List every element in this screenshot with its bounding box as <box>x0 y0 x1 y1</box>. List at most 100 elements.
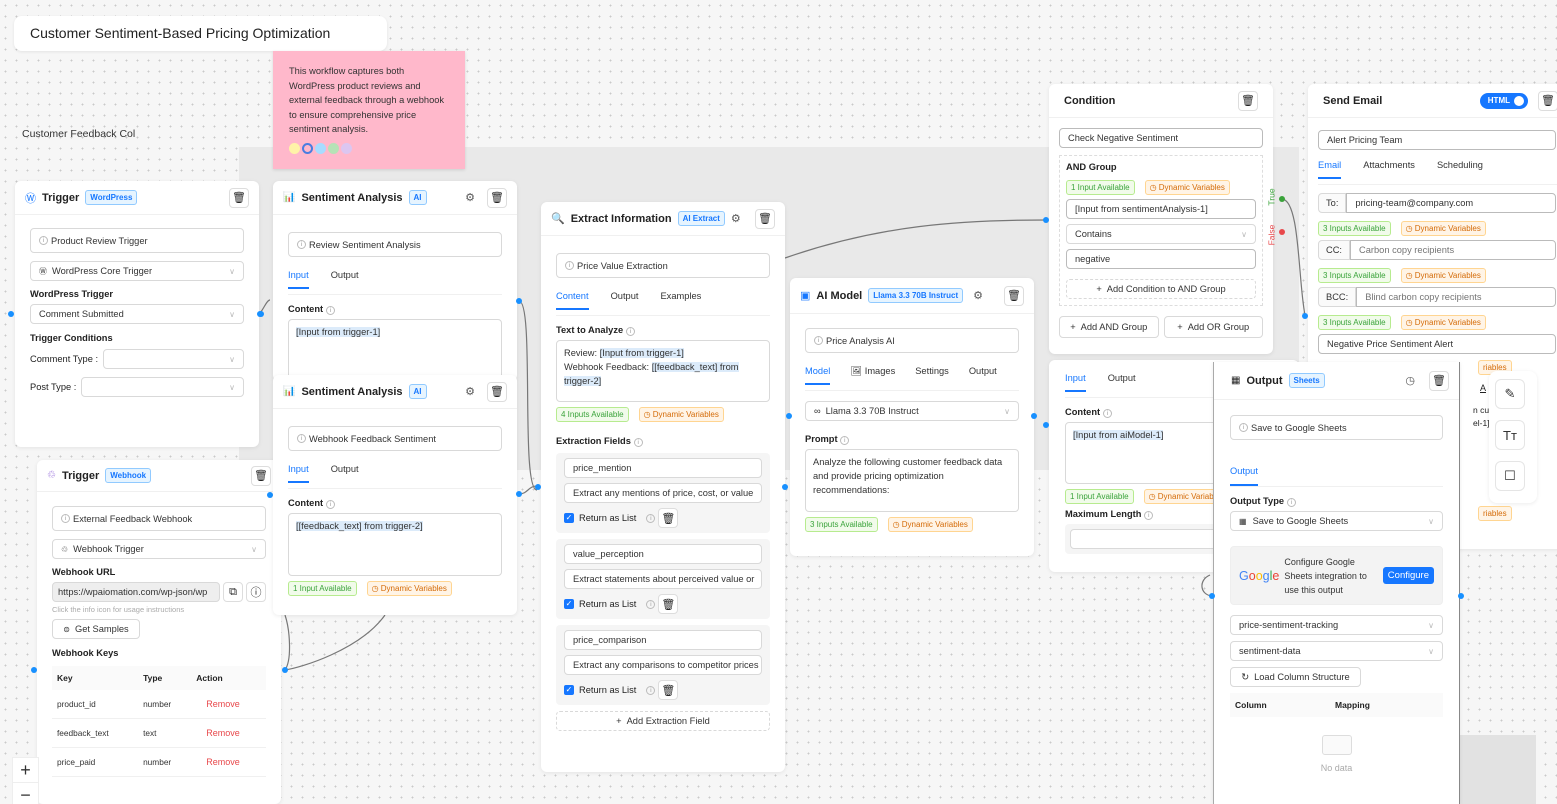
inputs-available-tag[interactable]: 3 Inputs Available <box>1318 268 1391 283</box>
text-icon[interactable]: Tт <box>1495 420 1525 450</box>
configure-button[interactable]: Configure <box>1382 567 1434 584</box>
input-port[interactable] <box>1043 217 1049 223</box>
condition-name-input[interactable]: Check Negative Sentiment <box>1059 128 1263 148</box>
wordpress-trigger-select[interactable]: Comment Submitted ∨ <box>30 304 244 324</box>
delete-icon[interactable]: 🗑 <box>658 680 679 700</box>
rectangle-icon[interactable]: ☐ <box>1495 461 1525 491</box>
compare-value-input[interactable]: negative <box>1066 249 1256 269</box>
input-port[interactable] <box>257 311 263 317</box>
field-description-input[interactable]: Extract statements about perceived value… <box>564 569 762 589</box>
swatch-pink[interactable] <box>302 142 313 154</box>
html-toggle[interactable]: HTML <box>1479 92 1528 109</box>
sheet-select[interactable]: sentiment-data ∨ <box>1230 641 1443 661</box>
node-sentiment-analysis-2[interactable]: 📊 Sentiment Analysis AI ⚙ 🗑 i Webhook Fee… <box>273 375 517 615</box>
add-extraction-field-button[interactable]: + Add Extraction Field <box>556 711 770 731</box>
true-port[interactable] <box>1279 196 1285 202</box>
node-ai-model[interactable]: ▣ AI Model Llama 3.3 70B Instruct ⚙ 🗑 iP… <box>790 278 1034 556</box>
content-textarea[interactable]: [Input from trigger-1] <box>288 319 502 379</box>
tab-output[interactable]: Output <box>1108 373 1136 390</box>
inputs-available-tag[interactable]: 3 Inputs Available <box>805 517 878 532</box>
tab-content[interactable]: Content <box>556 291 589 310</box>
add-or-group-button[interactable]: + Add OR Group <box>1163 316 1263 338</box>
input-port[interactable] <box>8 311 14 317</box>
node-name-field[interactable]: i Price Value Extraction <box>556 253 770 278</box>
load-column-structure-button[interactable]: ↻ Load Column Structure <box>1230 667 1361 687</box>
zoom-in-button[interactable]: + <box>13 758 38 783</box>
email-node-name-input[interactable]: Alert Pricing Team <box>1318 130 1556 150</box>
get-samples-button[interactable]: ⊜ Get Samples <box>52 619 140 639</box>
gear-icon[interactable]: ⚙ <box>465 191 475 204</box>
node-extract-information[interactable]: 🔍 Extract Information AI Extract ⚙ 🗑 i Pr… <box>541 202 785 772</box>
copy-icon[interactable]: ⧉ <box>223 582 243 602</box>
tab-images[interactable]: 🖼 Images <box>850 366 895 384</box>
inputs-available-tag[interactable]: 4 Inputs Available <box>556 407 629 422</box>
delete-icon[interactable]: 🗑 <box>1538 90 1557 111</box>
gear-icon[interactable]: ⚙ <box>973 289 983 302</box>
input-port[interactable] <box>31 667 37 673</box>
delete-icon[interactable]: 🗑 <box>1004 285 1024 306</box>
dynamic-variables-tag[interactable]: ◷ Dynamic Variables <box>1400 268 1486 283</box>
field-description-input[interactable]: Extract any mentions of price, cost, or … <box>564 483 762 503</box>
inputs-available-tag[interactable]: 1 Input Available <box>1066 180 1135 195</box>
prompt-textarea[interactable]: Analyze the following customer feedback … <box>805 449 1019 512</box>
node-name-field[interactable]: i Price Analysis AI <box>805 328 1019 353</box>
input-port[interactable] <box>1209 593 1215 599</box>
node-webhook-trigger[interactable]: ♲ Trigger Webhook 🗑 i External Feedback W… <box>37 460 281 804</box>
return-as-list-checkbox[interactable]: ✓ <box>564 513 574 523</box>
spreadsheet-select[interactable]: price-sentiment-tracking ∨ <box>1230 615 1443 635</box>
post-type-select[interactable]: ∨ <box>81 377 244 397</box>
workflow-title[interactable]: Customer Sentiment-Based Pricing Optimiz… <box>14 16 387 51</box>
tab-input[interactable]: Input <box>288 270 309 289</box>
node-sentiment-analysis-1[interactable]: 📊 Sentiment Analysis AI ⚙ 🗑 i Review Sent… <box>273 181 517 381</box>
trigger-type-select[interactable]: ♲ Webhook Trigger ∨ <box>52 539 266 559</box>
dynamic-variables-tag[interactable]: ◷ Dynamic Variables <box>1400 221 1486 236</box>
tab-output[interactable]: Output <box>331 464 359 481</box>
remove-button[interactable]: Remove <box>191 747 266 777</box>
tab-output[interactable]: Output <box>969 366 997 383</box>
add-condition-button[interactable]: + Add Condition to AND Group <box>1066 279 1256 299</box>
output-type-select[interactable]: ▦ Save to Google Sheets ∨ <box>1230 511 1443 531</box>
tab-model[interactable]: Model <box>805 366 831 385</box>
tab-attachments[interactable]: Attachments <box>1363 160 1415 177</box>
delete-icon[interactable]: 🗑 <box>755 208 775 229</box>
dynamic-variables-tag[interactable]: ◷ Dynamic Variables <box>638 407 724 422</box>
inputs-available-tag[interactable]: 3 Inputs Available <box>1318 221 1391 236</box>
input-port[interactable] <box>1043 422 1049 428</box>
dynamic-variables-tag[interactable]: ◷ Dynamic Variables <box>1400 315 1486 330</box>
node-wordpress-trigger[interactable]: Ⓦ Trigger WordPress 🗑 i Product Review Tr… <box>15 181 259 447</box>
tab-email[interactable]: Email <box>1318 160 1342 179</box>
delete-icon[interactable]: 🗑 <box>658 508 679 528</box>
gear-icon[interactable]: ⚙ <box>465 385 475 398</box>
node-condition[interactable]: Condition 🗑 Check Negative Sentiment AND… <box>1049 84 1273 354</box>
text-to-analyze-textarea[interactable]: Review: [Input from trigger-1] Webhook F… <box>556 340 770 402</box>
condition-input-field[interactable]: [Input from sentimentAnalysis-1] <box>1066 199 1256 219</box>
output-port[interactable] <box>1458 593 1464 599</box>
output-port[interactable] <box>516 491 522 497</box>
delete-icon[interactable]: 🗑 <box>658 594 679 614</box>
input-port[interactable] <box>786 413 792 419</box>
tab-output[interactable]: Output <box>1230 466 1258 486</box>
field-name-input[interactable]: price_comparison <box>564 630 762 650</box>
field-description-input[interactable]: Extract any comparisons to competitor pr… <box>564 655 762 675</box>
cc-input[interactable] <box>1350 240 1556 260</box>
delete-icon[interactable]: 🗑 <box>251 465 271 486</box>
output-port[interactable] <box>516 298 522 304</box>
model-select[interactable]: ∞ Llama 3.3 70B Instruct ∨ <box>805 401 1019 421</box>
node-name-field[interactable]: i External Feedback Webhook <box>52 506 266 531</box>
tab-input[interactable]: Input <box>1065 373 1086 392</box>
node-name-field[interactable]: i Webhook Feedback Sentiment <box>288 426 502 451</box>
swatch-yellow[interactable] <box>289 142 300 154</box>
sticky-note-text[interactable]: This workflow captures both WordPress pr… <box>289 64 449 137</box>
node-output-sheets[interactable]: ▦ Output Sheets ◷ 🗑 i Save to Google Shee… <box>1213 362 1460 804</box>
to-input[interactable]: pricing-team@company.com <box>1346 193 1556 213</box>
output-port[interactable] <box>782 484 788 490</box>
delete-icon[interactable]: 🗑 <box>229 187 249 208</box>
inputs-available-tag[interactable]: 1 Input Available <box>1065 489 1134 504</box>
swatch-green[interactable] <box>328 142 339 154</box>
node-name-field[interactable]: i Review Sentiment Analysis <box>288 232 502 257</box>
group-label[interactable]: Customer Feedback Col <box>22 128 135 140</box>
input-port[interactable] <box>1302 313 1308 319</box>
tab-scheduling[interactable]: Scheduling <box>1437 160 1483 177</box>
delete-icon[interactable]: 🗑 <box>487 381 507 402</box>
field-name-input[interactable]: price_mention <box>564 458 762 478</box>
